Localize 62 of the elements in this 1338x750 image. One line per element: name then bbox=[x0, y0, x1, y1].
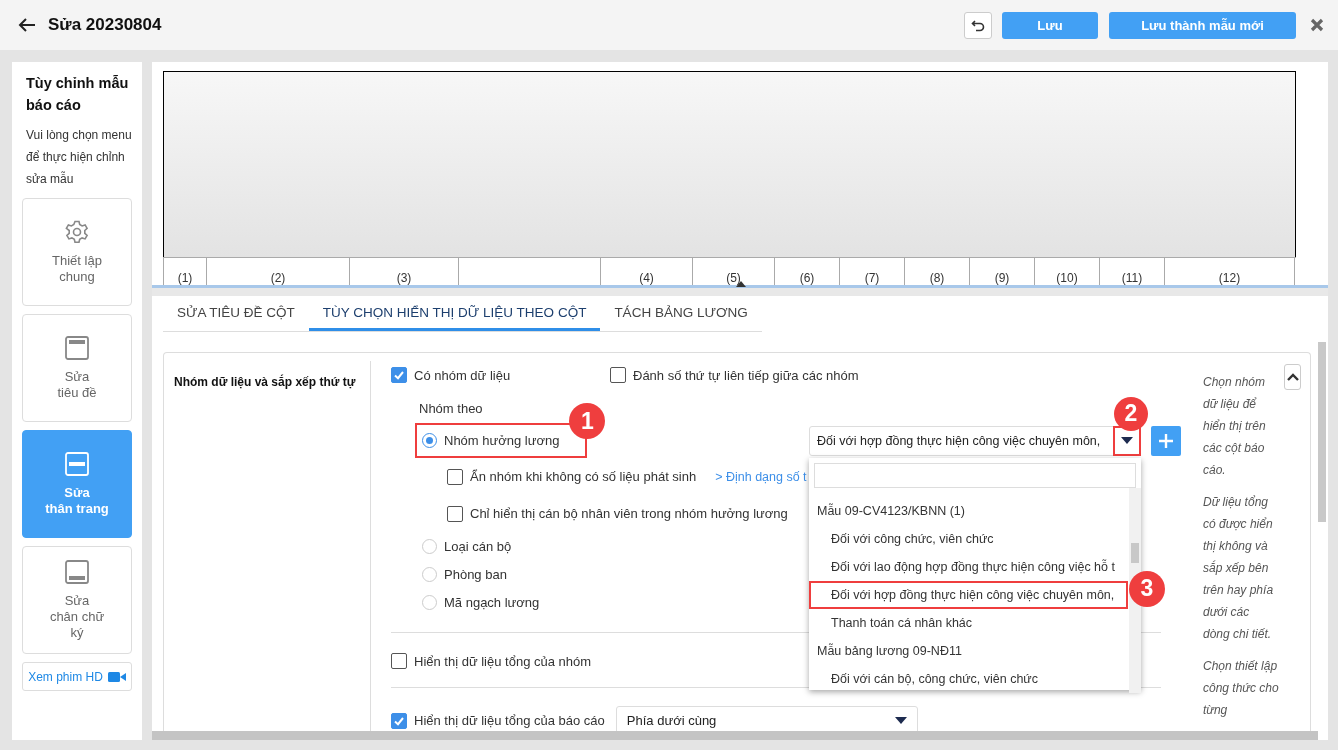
tab[interactable]: SỬA TIÊU ĐỀ CỘT bbox=[163, 296, 309, 331]
video-camera-icon bbox=[107, 670, 126, 683]
radio-button[interactable] bbox=[422, 433, 437, 448]
close-icon bbox=[1310, 18, 1324, 32]
checkbox-label: Đánh số thứ tự liên tiếp giữa các nhóm bbox=[633, 367, 859, 383]
radio-button[interactable] bbox=[422, 538, 437, 554]
callout-badge: 1 bbox=[569, 403, 606, 439]
header-layout-icon bbox=[64, 335, 90, 361]
caret-down-icon bbox=[894, 717, 907, 724]
collapse-button[interactable] bbox=[1284, 364, 1301, 390]
plus-icon bbox=[1158, 432, 1174, 449]
radio-label: Phòng ban bbox=[444, 566, 507, 582]
sidebar-item[interactable]: Thiết lập chung bbox=[22, 198, 132, 306]
radio-button[interactable] bbox=[422, 566, 437, 582]
hint-text: Chọn nhóm dữ liệu để hiển thị trên các cột báo cáo. bbox=[1203, 374, 1267, 479]
video-link-button[interactable]: Xem phim HD bbox=[22, 662, 132, 691]
radio-label: Mã ngạch lương bbox=[444, 594, 540, 610]
callout-badge: 2 bbox=[1114, 396, 1148, 431]
undo-icon bbox=[971, 18, 985, 32]
dropdown-option[interactable]: Đối với công chức, viên chức bbox=[809, 524, 1128, 553]
sidebar-description: Vui lòng chọn menu để thực hiện chỉnh sửa mẫu bbox=[26, 127, 132, 188]
check-icon bbox=[393, 369, 405, 381]
add-button[interactable] bbox=[1151, 425, 1181, 456]
scrollbar[interactable] bbox=[1318, 342, 1326, 522]
checkbox-label: Có nhóm dữ liệu bbox=[414, 367, 511, 383]
dropdown-option[interactable]: Đối với cán bộ, công chức, viên chức bbox=[809, 664, 1128, 693]
scrollbar[interactable] bbox=[152, 731, 1318, 740]
checkbox[interactable] bbox=[391, 653, 407, 669]
sidebar-title: Tùy chỉnh mẫu báo cáo bbox=[26, 74, 130, 115]
dropdown-group: Mẫu 09-CV4123/KBNN (1) bbox=[809, 496, 1128, 525]
field-label: Nhóm theo bbox=[419, 400, 483, 418]
radio-label: Loại cán bộ bbox=[444, 538, 512, 554]
radio-button[interactable] bbox=[422, 594, 437, 610]
checkbox[interactable] bbox=[391, 367, 407, 383]
checkbox-label: Ẩn nhóm khi không có số liệu phát sinh bbox=[470, 469, 697, 484]
chevron-up-icon bbox=[1286, 373, 1299, 381]
dropdown-option[interactable]: Đối với lao động hợp đồng thực hiện công việc hỗ t bbox=[809, 552, 1128, 581]
search-field[interactable] bbox=[814, 462, 1136, 488]
tab[interactable]: TÁCH BẢNG LƯƠNG bbox=[600, 296, 762, 331]
sidebar-item[interactable]: Sửa chân chữ ký bbox=[22, 546, 132, 654]
checkbox-label: Hiển thị dữ liệu tổng của nhóm bbox=[414, 653, 592, 669]
dropdown-option[interactable]: Thanh toán cá nhân khác bbox=[809, 608, 1128, 637]
checkbox-label: Chỉ hiển thị cán bộ nhân viên trong nhóm hưởng lương bbox=[470, 506, 788, 521]
dropdown-group: Mẫu bảng lương 09-NĐ11 bbox=[809, 636, 1128, 665]
sidebar-item[interactable]: Sửa tiêu đề bbox=[22, 314, 132, 422]
caret-down-icon[interactable] bbox=[1121, 437, 1133, 444]
body-layout-icon bbox=[64, 451, 90, 477]
undo-button[interactable] bbox=[964, 11, 992, 39]
checkbox[interactable] bbox=[610, 367, 626, 383]
checkbox[interactable] bbox=[391, 712, 407, 729]
window-title: Sửa 20230804 bbox=[48, 15, 162, 35]
footer-layout-icon bbox=[64, 559, 90, 585]
gear-icon bbox=[64, 219, 90, 245]
callout-badge: 3 bbox=[1129, 570, 1165, 607]
hint-text: Chọn thiết lập công thức cho từng bbox=[1203, 658, 1279, 719]
checkbox-label: Hiển thị dữ liệu tổng của báo cáo bbox=[414, 713, 605, 728]
back-icon[interactable] bbox=[18, 17, 36, 33]
checkbox[interactable] bbox=[447, 505, 463, 522]
hint-text: Dữ liệu tổng có được hiển thị không và sắp xếp bên trên hay phía dưới các dòng chi tiết. bbox=[1203, 494, 1275, 643]
checkbox[interactable] bbox=[447, 468, 463, 485]
close-button[interactable] bbox=[1310, 18, 1324, 32]
radio-label: Nhóm hưởng lương bbox=[444, 433, 560, 448]
